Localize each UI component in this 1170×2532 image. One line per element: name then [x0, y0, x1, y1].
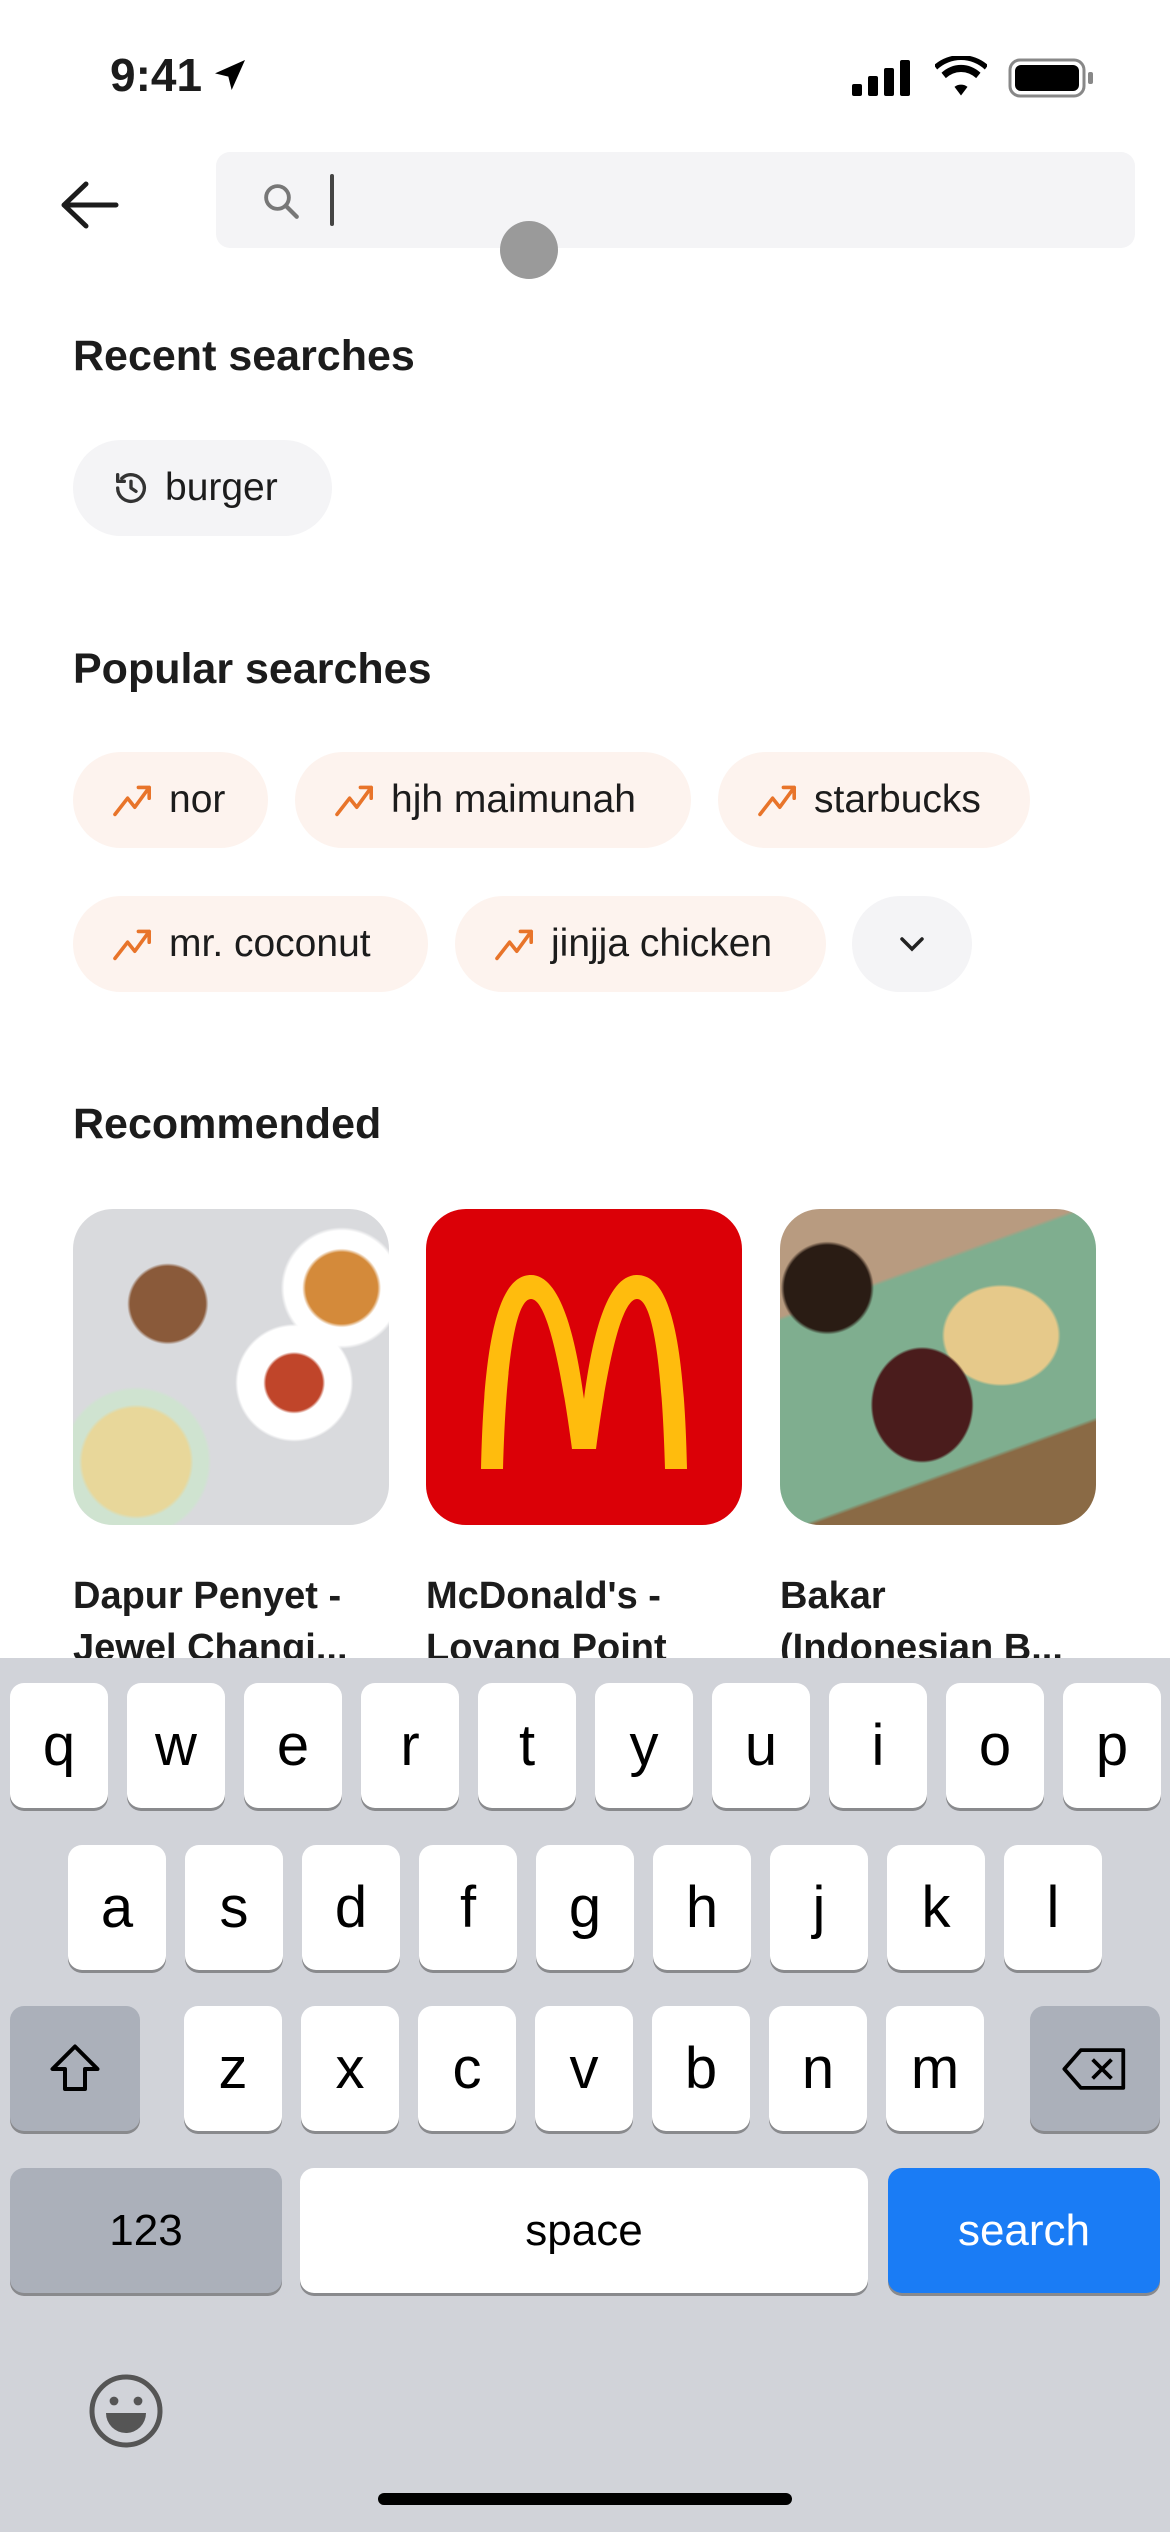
recommended-title: Recommended [73, 1100, 382, 1148]
touch-indicator [500, 221, 558, 279]
key-d[interactable]: d [302, 1845, 400, 1970]
key-v[interactable]: v [535, 2006, 633, 2131]
shift-key[interactable] [10, 2006, 140, 2131]
key-a[interactable]: a [68, 1845, 166, 1970]
mcdonalds-logo [481, 1275, 687, 1469]
backspace-icon [1062, 2047, 1126, 2090]
key-z[interactable]: z [184, 2006, 282, 2131]
shift-icon [50, 2044, 100, 2091]
battery-icon [1008, 58, 1093, 98]
key-w[interactable]: w [127, 1683, 225, 1808]
key-m[interactable]: m [886, 2006, 984, 2131]
trending-up-icon [113, 785, 152, 817]
restaurant-image[interactable] [73, 1209, 389, 1525]
key-c[interactable]: c [418, 2006, 516, 2131]
expand-more-button[interactable] [852, 896, 972, 992]
trending-up-icon [758, 785, 796, 817]
key-f[interactable]: f [419, 1845, 517, 1970]
key-j[interactable]: j [770, 1845, 868, 1970]
wifi-icon [935, 56, 987, 96]
delete-key[interactable] [1030, 2006, 1160, 2131]
recent-chip-burger[interactable]: burger [73, 440, 332, 536]
key-l[interactable]: l [1004, 1845, 1102, 1970]
popular-chip[interactable]: hjh maimunah [295, 752, 691, 848]
key-r[interactable]: r [361, 1683, 459, 1808]
key-n[interactable]: n [769, 2006, 867, 2131]
restaurant-image-mcdonalds[interactable] [426, 1209, 742, 1525]
location-arrow-icon [215, 60, 246, 90]
key-b[interactable]: b [652, 2006, 750, 2131]
history-icon [116, 473, 146, 504]
search-key[interactable]: search [888, 2168, 1160, 2293]
space-key[interactable]: space [300, 2168, 868, 2293]
key-h[interactable]: h [653, 1845, 751, 1970]
popular-chip[interactable]: nor [73, 752, 268, 848]
signal-icon [852, 60, 910, 96]
emoji-icon[interactable] [86, 2371, 166, 2451]
key-o[interactable]: o [946, 1683, 1044, 1808]
key-u[interactable]: u [712, 1683, 810, 1808]
popular-chip[interactable]: mr. coconut [73, 896, 428, 992]
key-q[interactable]: q [10, 1683, 108, 1808]
key-x[interactable]: x [301, 2006, 399, 2131]
key-y[interactable]: y [595, 1683, 693, 1808]
popular-searches-title: Popular searches [73, 645, 432, 693]
trending-up-icon [113, 929, 152, 961]
restaurant-image[interactable] [780, 1209, 1096, 1525]
key-k[interactable]: k [887, 1845, 985, 1970]
status-time: 9:41 [110, 48, 250, 102]
key-s[interactable]: s [185, 1845, 283, 1970]
popular-chip[interactable]: starbucks [718, 752, 1030, 848]
key-i[interactable]: i [829, 1683, 927, 1808]
key-p[interactable]: p [1063, 1683, 1161, 1808]
key-e[interactable]: e [244, 1683, 342, 1808]
search-input[interactable] [216, 152, 1135, 248]
recent-searches-title: Recent searches [73, 332, 415, 380]
text-cursor [330, 174, 334, 226]
back-arrow-icon[interactable] [58, 180, 120, 230]
home-indicator [378, 2493, 792, 2505]
key-g[interactable]: g [536, 1845, 634, 1970]
search-icon [264, 184, 299, 219]
chevron-down-icon [900, 937, 924, 952]
numbers-key[interactable]: 123 [10, 2168, 282, 2293]
key-t[interactable]: t [478, 1683, 576, 1808]
trending-up-icon [495, 929, 533, 961]
trending-up-icon [335, 785, 373, 817]
popular-chip[interactable]: jinjja chicken [455, 896, 826, 992]
